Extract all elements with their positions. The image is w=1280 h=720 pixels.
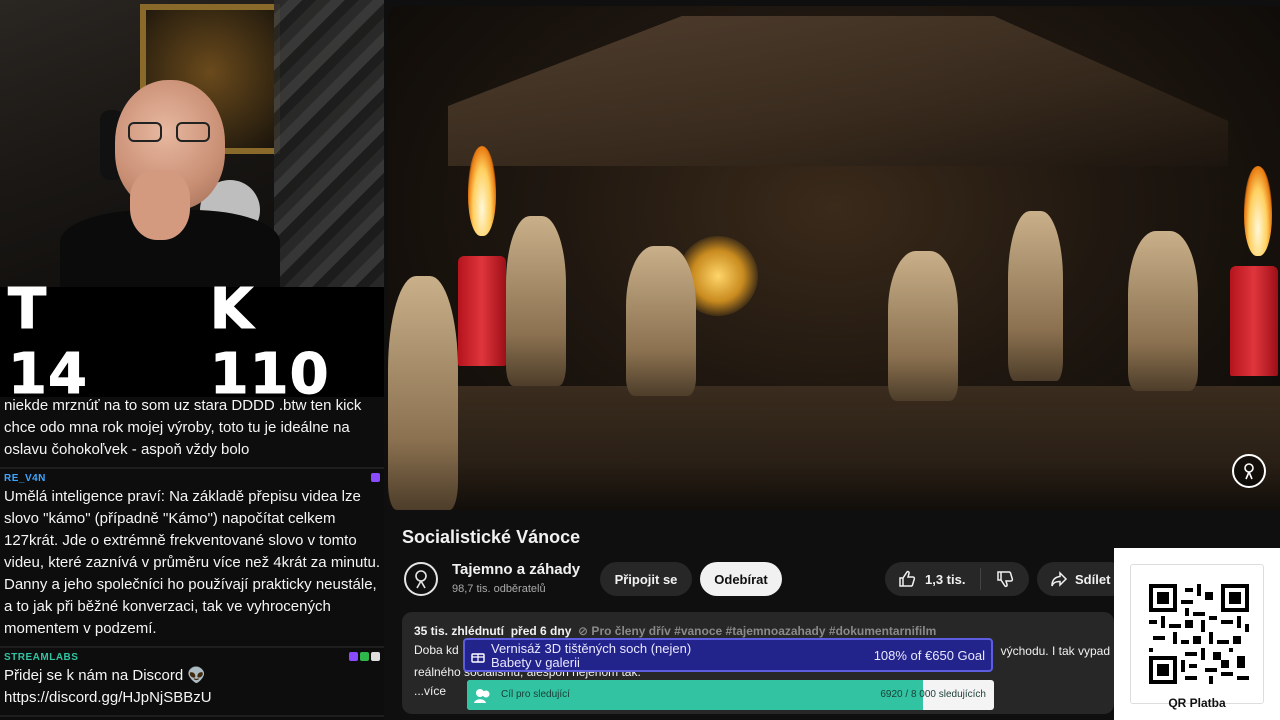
chat-message: RE_V4N Umělá inteligence praví: Na zákla… [0, 469, 384, 648]
joseph-figure [626, 246, 696, 396]
channel-name[interactable]: Tajemno a záhady [452, 561, 580, 578]
qr-caption: QR Platba [1168, 696, 1226, 710]
chat-message: niekde mrznúť na to som uz stara DDDD .b… [0, 397, 384, 469]
chat-panel: niekde mrznúť na to som uz stara DDDD .b… [0, 397, 384, 720]
webcam-feed [0, 0, 384, 287]
upload-date: před 6 dny [510, 624, 572, 638]
counter-t: T 14 [8, 277, 88, 408]
chat-username: STREAMLABS [4, 652, 79, 663]
like-count: 1,3 tis. [925, 571, 966, 587]
view-count: 35 tis. zhlédnutí [414, 624, 505, 638]
subscriber-count: 98,7 tis. odběratelů [452, 583, 546, 595]
follower-icon [474, 689, 490, 703]
like-dislike-group: 1,3 tis. [885, 562, 1029, 596]
chat-message-text: Umělá inteligence praví: Na základě přep… [4, 488, 381, 637]
shepherd-figure [506, 216, 566, 386]
qr-payment-panel: QR Platba [1114, 548, 1280, 720]
acoustic-foam [274, 0, 384, 287]
mary-figure [888, 251, 958, 401]
description-meta: 35 tis. zhlédnutí před 6 dny ⊘ Pro členy… [414, 624, 1102, 638]
nativity-roof [448, 16, 1228, 166]
share-icon [1051, 571, 1068, 587]
verified-badge-icon [360, 652, 369, 661]
candle-flame-right [1244, 166, 1272, 256]
channel-avatar[interactable] [404, 562, 438, 596]
dislike-button[interactable] [981, 569, 1029, 589]
members-early-badge: ⊘ Pro členy dřív [578, 624, 671, 638]
gift-icon [471, 653, 485, 663]
nativity-base [388, 386, 1280, 510]
hashtags[interactable]: #vanoce #tajemnoazahady #dokumentarnifil… [674, 624, 936, 638]
candle-flame-left [468, 146, 496, 236]
king-figure [1128, 231, 1198, 391]
follower-goal-label: Cíl pro sledující [501, 689, 570, 700]
bot-badge-icon [371, 652, 380, 661]
follower-goal-widget: Cíl pro sledující 6920 / 8 000 sledující… [467, 680, 994, 710]
thumbs-down-icon [997, 571, 1014, 588]
screen: T 14 K 110 niekde mrznúť na to som uz st… [0, 0, 1280, 720]
video-player[interactable] [388, 6, 1280, 510]
video-title: Socialistické Vánoce [402, 527, 581, 547]
angel-figure [388, 276, 458, 510]
join-button[interactable]: Připojit se [600, 562, 692, 596]
goal-percent: 108% of €650 Goal [873, 648, 985, 663]
follower-goal-count: 6920 / 8 000 sledujících [880, 689, 986, 700]
channel-watermark-icon[interactable] [1232, 454, 1266, 488]
badge-icon [371, 473, 380, 482]
stream-overlay-left: T 14 K 110 niekde mrznúť na to som uz st… [0, 0, 384, 720]
description-line-end: východu. I tak vypad [1000, 644, 1110, 658]
chat-message-text: Přidej se k nám na Discord 👽 https://dis… [4, 667, 212, 706]
chat-message-text: niekde mrznúť na to som uz stara DDDD .b… [4, 397, 362, 458]
subscribe-button[interactable]: Odebírat [700, 562, 782, 596]
like-button[interactable]: 1,3 tis. [885, 568, 981, 590]
chat-username: RE_V4N [4, 473, 46, 484]
candle-right [1230, 266, 1278, 376]
share-label: Sdílet [1075, 571, 1111, 587]
counter-k: K 110 [209, 277, 330, 408]
goal-subtitle: Babety v galerii [491, 655, 580, 670]
candle-left [458, 256, 506, 366]
streamer [60, 70, 280, 287]
chat-message: STREAMLABS Přidej se k nám na Discord 👽 … [0, 648, 384, 717]
mod-badge-icon [349, 652, 358, 661]
donation-goal-widget: Vernisáž 3D tištěných soch (nejen) Babet… [463, 638, 993, 672]
king-figure [1008, 211, 1063, 381]
thumbs-up-icon [899, 570, 916, 587]
counters: T 14 K 110 [0, 277, 384, 408]
qr-code-icon [1149, 584, 1249, 684]
goal-title: Vernisáž 3D tištěných soch (nejen) [491, 641, 692, 656]
